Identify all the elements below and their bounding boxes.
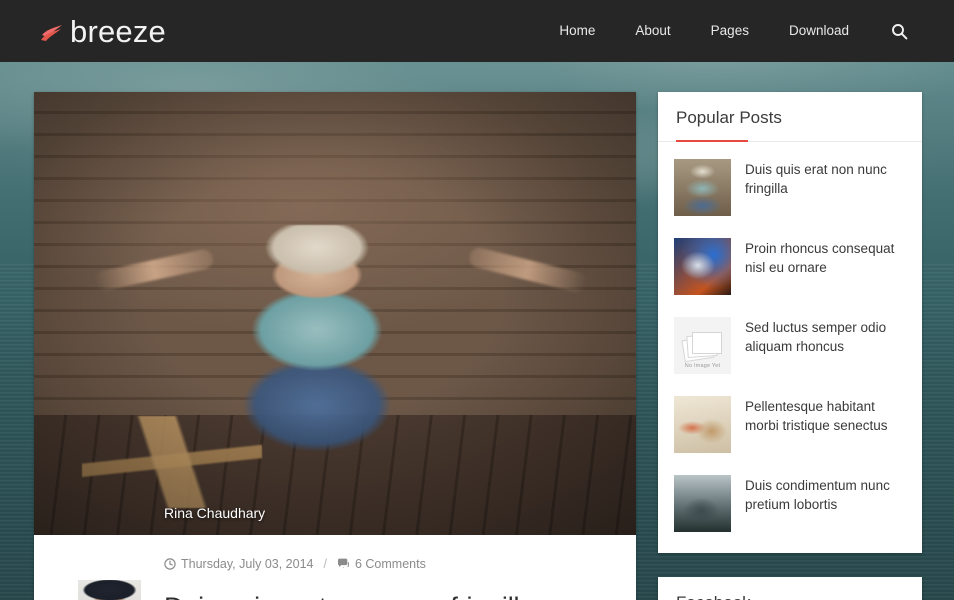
search-icon[interactable]	[869, 23, 922, 40]
list-item-title: Duis condimentum nunc pretium lobortis	[745, 475, 908, 514]
list-item[interactable]: Duis quis erat non nunc fringilla	[672, 148, 908, 227]
post-featured-image[interactable]: Rina Chaudhary	[34, 92, 636, 535]
clock-icon	[164, 558, 176, 570]
post-date[interactable]: Thursday, July 03, 2014	[164, 557, 313, 571]
content-wrapper: Rina Chaudhary Thursday, July 03, 2014	[0, 62, 954, 600]
no-image-label: No Image Yet	[674, 363, 731, 369]
post-thumbnail	[674, 396, 731, 453]
meta-separator: /	[323, 557, 326, 571]
nav-item-home[interactable]: Home	[539, 0, 615, 62]
list-item[interactable]: Duis condimentum nunc pretium lobortis	[672, 464, 908, 543]
list-item[interactable]: Proin rhoncus consequat nisl eu ornare	[672, 227, 908, 306]
widget-title-popular-posts: Popular Posts	[676, 108, 904, 128]
avatar[interactable]	[74, 576, 145, 600]
site-header: breeze Home About Pages Download	[0, 0, 954, 62]
post-author-bar: Rina Chaudhary	[34, 473, 636, 535]
main-navigation: Home About Pages Download	[539, 0, 922, 62]
avatar-image	[78, 580, 141, 600]
post-comments[interactable]: 6 Comments	[337, 557, 426, 571]
flame-icon	[36, 16, 66, 46]
widget-popular-posts: Popular Posts Duis quis erat non nunc fr…	[658, 92, 922, 553]
list-item-title: Duis quis erat non nunc fringilla	[745, 159, 908, 198]
nav-item-pages[interactable]: Pages	[691, 0, 769, 62]
widget-facebook: Facebook THEMEXPOSE Tx ThemeXpose 4,726 …	[658, 577, 922, 600]
site-logo[interactable]: breeze	[36, 16, 166, 47]
post-thumbnail	[674, 475, 731, 532]
featured-post-card: Rina Chaudhary Thursday, July 03, 2014	[34, 92, 636, 600]
no-image-icon	[683, 331, 723, 361]
widget-header: Facebook	[658, 577, 922, 600]
list-item[interactable]: No Image Yet Sed luctus semper odio aliq…	[672, 306, 908, 385]
list-item-title: Proin rhoncus consequat nisl eu ornare	[745, 238, 908, 277]
site-logo-text: breeze	[70, 16, 166, 47]
post-author-name[interactable]: Rina Chaudhary	[164, 505, 265, 521]
widget-title-facebook: Facebook	[676, 593, 904, 600]
post-comments-text: 6 Comments	[355, 557, 426, 571]
post-thumbnail	[674, 159, 731, 216]
list-item-title: Pellentesque habitant morbi tristique se…	[745, 396, 908, 435]
sidebar: Popular Posts Duis quis erat non nunc fr…	[658, 92, 922, 600]
list-item-title: Sed luctus semper odio aliquam rhoncus	[745, 317, 908, 356]
widget-header: Popular Posts	[658, 92, 922, 142]
post-date-text: Thursday, July 03, 2014	[181, 557, 313, 571]
featured-image-art	[34, 92, 636, 535]
post-thumbnail	[674, 238, 731, 295]
post-meta: Thursday, July 03, 2014 / 6 Comments	[164, 551, 596, 577]
popular-posts-list: Duis quis erat non nunc fringilla Proin …	[658, 142, 922, 553]
post-thumbnail-placeholder: No Image Yet	[674, 317, 731, 374]
comment-icon	[337, 558, 350, 570]
nav-item-about[interactable]: About	[615, 0, 690, 62]
page-title[interactable]: Duis quis erat non nunc fringilla	[164, 591, 596, 600]
list-item[interactable]: Pellentesque habitant morbi tristique se…	[672, 385, 908, 464]
nav-item-download[interactable]: Download	[769, 0, 869, 62]
